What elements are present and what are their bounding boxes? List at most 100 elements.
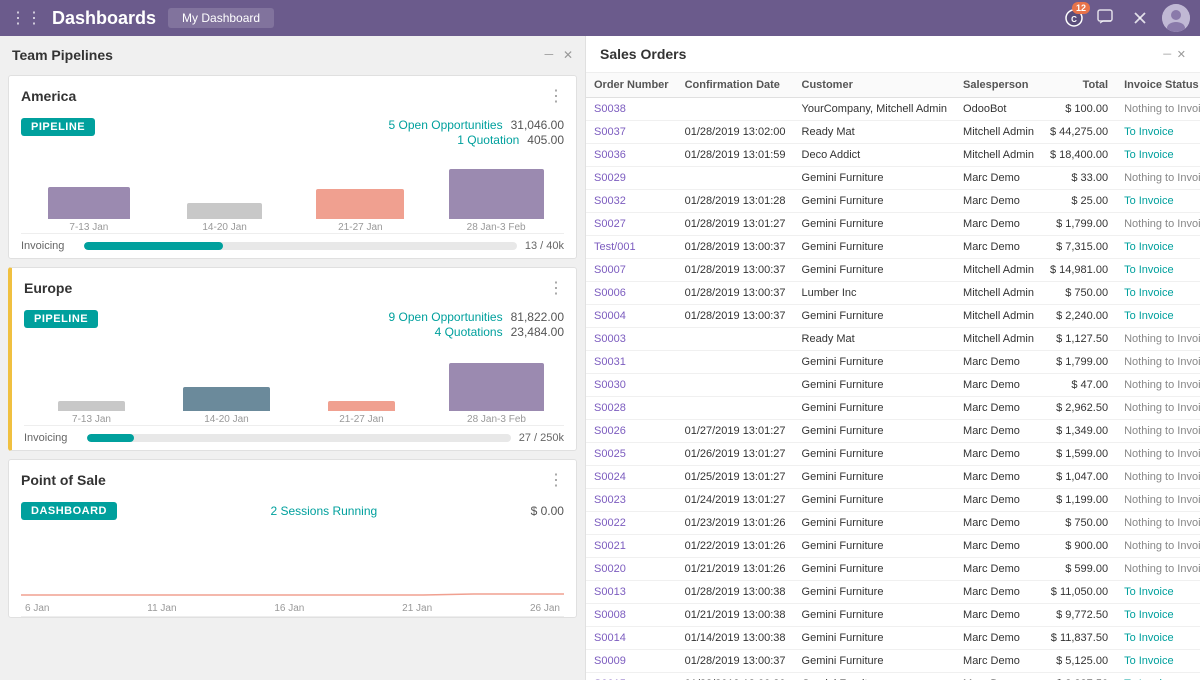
cell-order: S0026 xyxy=(586,420,677,443)
america-pipeline-btn[interactable]: PIPELINE xyxy=(21,118,95,136)
table-row[interactable]: S0022 01/23/2019 13:01:26 Gemini Furnitu… xyxy=(586,512,1200,535)
table-row[interactable]: S0009 01/28/2019 13:00:37 Gemini Furnitu… xyxy=(586,650,1200,673)
pos-menu-icon[interactable]: ⋮ xyxy=(548,470,564,490)
close-icon[interactable] xyxy=(1128,6,1152,30)
cell-total: $ 1,127.50 xyxy=(1042,328,1116,351)
notification-icon-wrap[interactable]: C 12 xyxy=(1064,8,1084,28)
cell-total: $ 750.00 xyxy=(1042,282,1116,305)
cell-customer: Gemini Furniture xyxy=(794,190,956,213)
america-bar-4 xyxy=(449,169,544,219)
col-date[interactable]: Confirmation Date xyxy=(677,73,794,98)
table-row[interactable]: S0029 Gemini Furniture Marc Demo $ 33.00… xyxy=(586,167,1200,190)
europe-header: Europe ⋮ xyxy=(12,268,576,304)
cell-total: $ 11,837.50 xyxy=(1042,627,1116,650)
chat-icon[interactable] xyxy=(1094,6,1118,30)
cell-order: S0037 xyxy=(586,121,677,144)
america-progress-fill xyxy=(84,242,223,250)
table-row[interactable]: S0014 01/14/2019 13:00:38 Gemini Furnitu… xyxy=(586,627,1200,650)
cell-customer: Gemini Furniture xyxy=(794,489,956,512)
table-row[interactable]: S0015 01/28/2019 13:00:30 Gemini Furnitu… xyxy=(586,673,1200,680)
table-row[interactable]: S0020 01/21/2019 13:01:26 Gemini Furnitu… xyxy=(586,558,1200,581)
table-row[interactable]: S0032 01/28/2019 13:01:28 Gemini Furnitu… xyxy=(586,190,1200,213)
cell-order: S0013 xyxy=(586,581,677,604)
cell-order: S0038 xyxy=(586,98,677,121)
grid-icon[interactable]: ⋮⋮ xyxy=(10,8,42,28)
table-row[interactable]: S0026 01/27/2019 13:01:27 Gemini Furnitu… xyxy=(586,420,1200,443)
cell-order: S0006 xyxy=(586,282,677,305)
pos-sessions-link[interactable]: 2 Sessions Running xyxy=(270,504,377,518)
table-row[interactable]: Test/001 01/28/2019 13:00:37 Gemini Furn… xyxy=(586,236,1200,259)
america-menu-icon[interactable]: ⋮ xyxy=(548,86,564,106)
europe-bar-2 xyxy=(183,387,271,411)
cell-customer: Gemini Furniture xyxy=(794,535,956,558)
table-row[interactable]: S0004 01/28/2019 13:00:37 Gemini Furnitu… xyxy=(586,305,1200,328)
table-row[interactable]: S0008 01/21/2019 13:00:38 Gemini Furnitu… xyxy=(586,604,1200,627)
table-row[interactable]: S0003 Ready Mat Mitchell Admin $ 1,127.5… xyxy=(586,328,1200,351)
cell-total: $ 33.00 xyxy=(1042,167,1116,190)
avatar[interactable] xyxy=(1162,4,1190,32)
cell-customer: Gemini Furniture xyxy=(794,213,956,236)
col-customer[interactable]: Customer xyxy=(794,73,956,98)
europe-menu-icon[interactable]: ⋮ xyxy=(548,278,564,298)
cell-status: To Invoice xyxy=(1116,673,1200,680)
cell-date: 01/28/2019 13:01:59 xyxy=(677,144,794,167)
table-row[interactable]: S0036 01/28/2019 13:01:59 Deco Addict Mi… xyxy=(586,144,1200,167)
left-panel: Team Pipelines － ✕ America ⋮ PIPELINE xyxy=(0,36,585,680)
america-opp-section: PIPELINE 5 Open Opportunities 31,046.00 … xyxy=(9,112,576,153)
cell-date xyxy=(677,98,794,121)
table-row[interactable]: S0024 01/25/2019 13:01:27 Gemini Furnitu… xyxy=(586,466,1200,489)
col-salesperson[interactable]: Salesperson xyxy=(955,73,1042,98)
table-row[interactable]: S0013 01/28/2019 13:00:38 Gemini Furnitu… xyxy=(586,581,1200,604)
europe-progress-bar xyxy=(87,434,511,442)
pos-dashboard-btn[interactable]: DASHBOARD xyxy=(21,502,117,520)
cell-customer: Gemini Furniture xyxy=(794,650,956,673)
cell-order: S0009 xyxy=(586,650,677,673)
table-row[interactable]: S0028 Gemini Furniture Marc Demo $ 2,962… xyxy=(586,397,1200,420)
cell-salesperson: Marc Demo xyxy=(955,558,1042,581)
table-row[interactable]: S0007 01/28/2019 13:00:37 Gemini Furnitu… xyxy=(586,259,1200,282)
cell-status: Nothing to Invoice xyxy=(1116,397,1200,420)
table-row[interactable]: S0031 Gemini Furniture Marc Demo $ 1,799… xyxy=(586,351,1200,374)
table-row[interactable]: S0023 01/24/2019 13:01:27 Gemini Furnitu… xyxy=(586,489,1200,512)
cell-total: $ 1,799.00 xyxy=(1042,351,1116,374)
cell-total: $ 750.00 xyxy=(1042,512,1116,535)
col-total[interactable]: Total xyxy=(1042,73,1116,98)
europe-bar-group-1: 7-13 Jan xyxy=(24,345,159,425)
cell-salesperson: Marc Demo xyxy=(955,535,1042,558)
nav-icons: C 12 xyxy=(1064,4,1190,32)
cell-customer: Gemini Furniture xyxy=(794,374,956,397)
table-row[interactable]: S0027 01/28/2019 13:01:27 Gemini Furnitu… xyxy=(586,213,1200,236)
america-quot-link[interactable]: 1 Quotation xyxy=(457,133,519,147)
team-pipelines-close[interactable]: ✕ xyxy=(563,48,573,62)
table-row[interactable]: S0038 YourCompany, Mitchell Admin OdooBo… xyxy=(586,98,1200,121)
table-row[interactable]: S0021 01/22/2019 13:01:26 Gemini Furnitu… xyxy=(586,535,1200,558)
america-opp-link[interactable]: 5 Open Opportunities xyxy=(389,118,503,132)
table-row[interactable]: S0025 01/26/2019 13:01:27 Gemini Furnitu… xyxy=(586,443,1200,466)
cell-salesperson: Marc Demo xyxy=(955,236,1042,259)
so-close[interactable]: － ✕ xyxy=(1162,46,1186,62)
cell-customer: Gemini Furniture xyxy=(794,443,956,466)
cell-status: To Invoice xyxy=(1116,581,1200,604)
cell-status: Nothing to Invoice xyxy=(1116,466,1200,489)
cell-salesperson: Mitchell Admin xyxy=(955,282,1042,305)
cell-date: 01/28/2019 13:00:37 xyxy=(677,259,794,282)
cell-date: 01/28/2019 13:00:37 xyxy=(677,282,794,305)
cell-order: S0024 xyxy=(586,466,677,489)
table-row[interactable]: S0037 01/28/2019 13:02:00 Ready Mat Mitc… xyxy=(586,121,1200,144)
cell-date xyxy=(677,351,794,374)
col-status[interactable]: Invoice Status xyxy=(1116,73,1200,98)
table-row[interactable]: S0006 01/28/2019 13:00:37 Lumber Inc Mit… xyxy=(586,282,1200,305)
cell-customer: Gemini Furniture xyxy=(794,236,956,259)
pos-sessions-row: DASHBOARD 2 Sessions Running $ 0.00 xyxy=(9,496,576,526)
so-title: Sales Orders xyxy=(600,46,686,62)
team-pipelines-minimize[interactable]: － xyxy=(543,46,555,63)
cell-status: To Invoice xyxy=(1116,236,1200,259)
dashboard-tab[interactable]: My Dashboard xyxy=(168,8,274,28)
cell-salesperson: Mitchell Admin xyxy=(955,121,1042,144)
table-row[interactable]: S0030 Gemini Furniture Marc Demo $ 47.00… xyxy=(586,374,1200,397)
cell-customer: Gemini Furniture xyxy=(794,627,956,650)
europe-opp-link[interactable]: 9 Open Opportunities xyxy=(389,310,503,324)
europe-pipeline-btn[interactable]: PIPELINE xyxy=(24,310,98,328)
col-order[interactable]: Order Number xyxy=(586,73,677,98)
europe-quot-link[interactable]: 4 Quotations xyxy=(435,325,503,339)
